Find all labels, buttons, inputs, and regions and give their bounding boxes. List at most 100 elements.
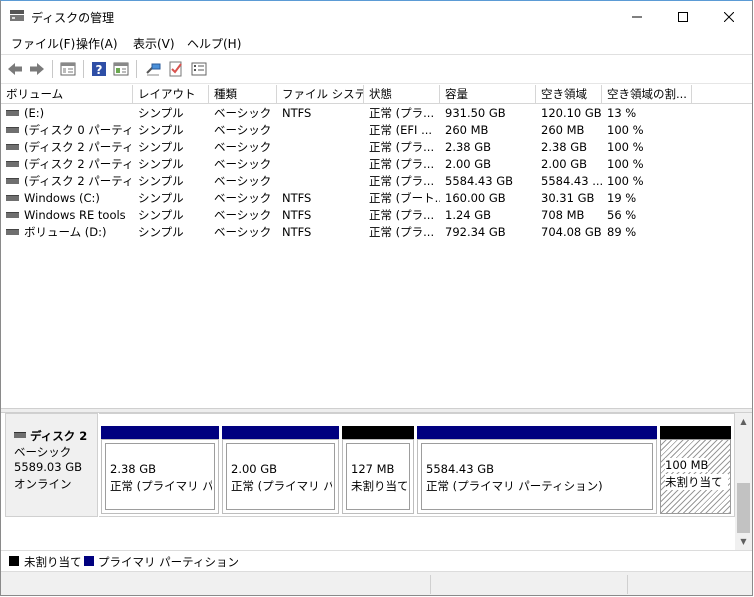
partition-body: 100 MB 未割り当て [660, 439, 731, 514]
disk-icon [14, 431, 26, 438]
close-button[interactable] [706, 1, 752, 32]
unallocated-swatch [9, 556, 19, 566]
status-bar [1, 571, 752, 595]
volume-icon [6, 126, 19, 133]
title-bar: ディスクの管理 [1, 1, 752, 32]
back-arrow-icon[interactable] [6, 60, 24, 78]
table-row[interactable]: Windows RE tools シンプル ベーシック NTFS 正常 (プラ.… [1, 207, 691, 224]
volume-icon [6, 109, 19, 116]
disk-size: 5589.03 GB [14, 460, 83, 474]
partition-color-bar [660, 426, 731, 439]
column-header-free-space[interactable]: 空き領域 [536, 85, 602, 103]
partition-block[interactable]: 2.38 GB 正常 (プライマリ パーテ [101, 426, 219, 514]
volume-name: (E:) [24, 106, 45, 120]
partition-block[interactable]: 5584.43 GB 正常 (プライマリ パーティション) [417, 426, 657, 514]
status-divider [430, 575, 431, 594]
menu-help[interactable]: ヘルプ(H) [187, 35, 241, 52]
free-space-cell: 120.10 GB [541, 106, 602, 120]
volume-icon [6, 211, 19, 218]
status-cell: 正常 (プラ... [369, 225, 435, 239]
percent-free-cell: 19 % [607, 191, 637, 205]
column-header-capacity[interactable]: 容量 [440, 85, 536, 103]
connect-icon[interactable] [144, 60, 162, 78]
partition-body: 2.00 GB 正常 (プライマリ パーテ [222, 439, 339, 514]
column-header-percent-free[interactable]: 空き領域の割... [602, 85, 692, 103]
percent-free-cell: 13 % [607, 106, 637, 120]
percent-free-cell: 100 % [607, 157, 644, 171]
table-row[interactable]: (ディスク 2 パーティシ... シンプル ベーシック 正常 (プラ... 2.… [1, 139, 691, 156]
window-title: ディスクの管理 [31, 11, 115, 25]
disk-management-window: ディスクの管理 ファイル(F) 操作(A) 表示(V) ヘルプ(H) ? ボリュ… [0, 0, 753, 596]
table-row[interactable]: (ディスク 2 パーティシ... シンプル ベーシック 正常 (プラ... 55… [1, 173, 691, 190]
capacity-cell: 260 MB [445, 123, 489, 137]
partition-block[interactable]: 127 MB 未割り当て [342, 426, 414, 514]
partition-size: 127 MB [351, 462, 395, 476]
list-icon[interactable] [190, 60, 208, 78]
free-space-cell: 704.08 GB [541, 225, 602, 239]
disk-view: ディスク 2 ベーシック 5589.03 GB オンライン 2.38 GB 正常… [1, 413, 752, 550]
partition-inner: 5584.43 GB 正常 (プライマリ パーティション) [421, 443, 653, 510]
table-row[interactable]: (E:) シンプル ベーシック NTFS 正常 (プラ... 931.50 GB… [1, 105, 691, 122]
volume-icon [6, 160, 19, 167]
toolbar: ? [1, 54, 752, 84]
volume-icon [6, 228, 19, 235]
scrollbar-thumb[interactable] [737, 483, 750, 533]
volume-cell: (ディスク 2 パーティシ... [1, 139, 133, 156]
partition-block[interactable]: 2.00 GB 正常 (プライマリ パーテ [222, 426, 339, 514]
free-space-cell: 2.38 GB [541, 140, 588, 154]
free-space-cell: 2.00 GB [541, 157, 588, 171]
toolbar-separator [83, 60, 84, 78]
partition-color-bar [222, 426, 339, 439]
filesystem-cell [277, 122, 364, 139]
partition-size: 5584.43 GB [426, 462, 495, 476]
column-header-volume[interactable]: ボリューム [1, 85, 133, 103]
status-cell: 正常 (プラ... [369, 140, 435, 154]
volume-cell: Windows RE tools [1, 207, 133, 224]
table-row[interactable]: ボリューム (D:) シンプル ベーシック NTFS 正常 (プラ... 792… [1, 224, 691, 241]
help-icon[interactable]: ? [90, 60, 108, 78]
volume-cell: (E:) [1, 105, 133, 122]
table-row[interactable]: Windows (C:) シンプル ベーシック NTFS 正常 (ブート... … [1, 190, 691, 207]
layout-cell: シンプル [138, 174, 184, 188]
partition-body: 5584.43 GB 正常 (プライマリ パーティション) [417, 439, 657, 514]
forward-arrow-icon[interactable] [28, 60, 46, 78]
layout-cell: シンプル [138, 106, 184, 120]
filesystem-cell [277, 139, 364, 156]
disk-view-scrollbar[interactable]: ▲ ▼ [735, 413, 752, 550]
properties-icon[interactable] [59, 60, 77, 78]
status-cell: 正常 (ブート... [369, 191, 440, 205]
check-icon[interactable] [167, 60, 185, 78]
partition-status: 正常 (プライマリ パーテ [231, 479, 332, 493]
table-row[interactable]: (ディスク 0 パーティシ... シンプル ベーシック 正常 (EFI ... … [1, 122, 691, 139]
maximize-button[interactable] [660, 1, 706, 32]
volume-name: (ディスク 2 パーティシ... [24, 157, 133, 171]
type-cell: ベーシック [214, 208, 272, 222]
scroll-up-icon[interactable]: ▲ [735, 413, 752, 430]
disk-info-panel[interactable]: ディスク 2 ベーシック 5589.03 GB オンライン [5, 413, 98, 517]
partition-inner: 2.00 GB 正常 (プライマリ パーテ [226, 443, 335, 510]
show-hide-icon[interactable] [112, 60, 130, 78]
status-cell: 正常 (プラ... [369, 174, 435, 188]
menu-file[interactable]: ファイル(F) [11, 35, 75, 52]
column-header-filesystem[interactable]: ファイル システム [277, 85, 364, 103]
type-cell: ベーシック [214, 123, 272, 137]
layout-cell: シンプル [138, 140, 184, 154]
disk-type: ベーシック [14, 445, 72, 459]
status-cell: 正常 (EFI ... [369, 123, 433, 137]
minimize-button[interactable] [614, 1, 660, 32]
scroll-down-icon[interactable]: ▼ [735, 533, 752, 550]
partition-body: 127 MB 未割り当て [342, 439, 414, 514]
column-header-layout[interactable]: レイアウト [133, 85, 209, 103]
menu-view[interactable]: 表示(V) [133, 35, 175, 52]
volume-name: Windows (C:) [24, 191, 100, 205]
table-row[interactable]: (ディスク 2 パーティシ... シンプル ベーシック 正常 (プラ... 2.… [1, 156, 691, 173]
volume-name: ボリューム (D:) [24, 225, 107, 239]
volume-icon [6, 143, 19, 150]
column-header-status[interactable]: 状態 [364, 85, 440, 103]
filesystem-cell [277, 173, 364, 190]
menu-action[interactable]: 操作(A) [76, 35, 118, 52]
partition-block-selected[interactable]: 100 MB 未割り当て [660, 426, 731, 514]
column-header-type[interactable]: 種類 [209, 85, 277, 103]
type-cell: ベーシック [214, 140, 272, 154]
layout-cell: シンプル [138, 225, 184, 239]
